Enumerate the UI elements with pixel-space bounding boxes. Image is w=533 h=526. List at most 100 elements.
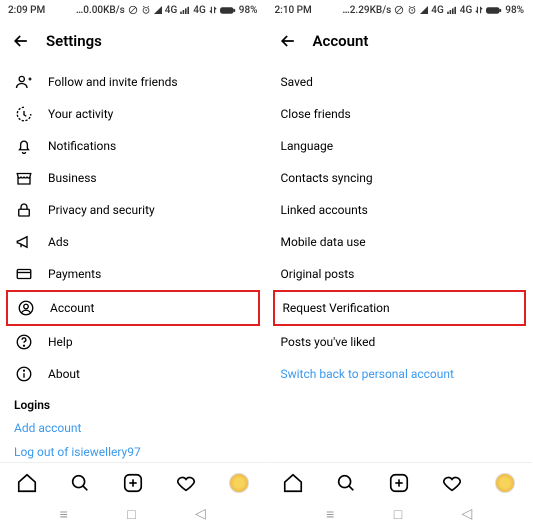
home-icon[interactable]	[281, 471, 305, 495]
settings-item-follow-invite[interactable]: Follow and invite friends	[0, 66, 266, 98]
heart-icon[interactable]	[440, 471, 464, 495]
search-icon[interactable]	[68, 471, 92, 495]
sig2-label: 4G	[193, 5, 206, 16]
account-item-posts-liked[interactable]: Posts you've liked	[267, 326, 533, 358]
settings-item-notifications[interactable]: Notifications	[0, 130, 266, 162]
new-post-icon[interactable]	[121, 471, 145, 495]
item-label: Posts you've liked	[281, 335, 376, 349]
sig2-label: 4G	[460, 5, 473, 16]
item-label: Your activity	[48, 107, 113, 121]
net-speed: 0.00KB/s	[76, 5, 125, 16]
item-label: Payments	[48, 267, 101, 281]
sys-home-icon[interactable]: □	[127, 506, 135, 523]
sig1-label: 4G	[165, 5, 178, 16]
home-icon[interactable]	[15, 471, 39, 495]
item-label: Switch back to personal account	[281, 367, 454, 381]
new-post-icon[interactable]	[387, 471, 411, 495]
item-label: Saved	[281, 75, 313, 89]
status-icons: 2.29KB/s 4G 4G 98%	[342, 5, 524, 16]
settings-item-about[interactable]: About	[0, 358, 266, 390]
exchange-icon	[475, 6, 483, 14]
profile-icon[interactable]	[493, 471, 517, 495]
phone-left: 2:09 PM 0.00KB/s 4G 4G 98% Settings Foll…	[0, 0, 267, 526]
item-label: Mobile data use	[281, 235, 366, 249]
sys-recent-icon[interactable]: ≡	[326, 506, 334, 523]
help-icon	[14, 332, 34, 352]
sys-recent-icon[interactable]: ≡	[60, 506, 68, 523]
header: Account	[267, 20, 533, 62]
item-label: Account	[50, 301, 94, 315]
sys-back-icon[interactable]: ◁	[462, 506, 473, 522]
highlight-account: Account	[6, 290, 260, 326]
account-list: Saved Close friends Language Contacts sy…	[267, 62, 533, 462]
logout-link[interactable]: Log out of isiewellery97	[0, 440, 266, 462]
account-item-original-posts[interactable]: Original posts	[267, 258, 533, 290]
battery-icon	[220, 6, 236, 15]
back-icon[interactable]	[277, 30, 299, 52]
item-label: Original posts	[281, 267, 355, 281]
account-item-request-verification[interactable]: Request Verification	[275, 292, 525, 324]
sig1-label: 4G	[431, 5, 444, 16]
item-label: Privacy and security	[48, 203, 155, 217]
alarm-icon	[407, 5, 417, 15]
storefront-icon	[14, 168, 34, 188]
profile-icon[interactable]	[227, 471, 251, 495]
signal-bars-icon	[180, 6, 190, 14]
net-speed: 2.29KB/s	[342, 5, 391, 16]
settings-item-activity[interactable]: Your activity	[0, 98, 266, 130]
settings-item-payments[interactable]: Payments	[0, 258, 266, 290]
status-bar: 2:09 PM 0.00KB/s 4G 4G 98%	[0, 0, 266, 20]
item-label: Close friends	[281, 107, 351, 121]
account-item-saved[interactable]: Saved	[267, 66, 533, 98]
system-nav: ≡ □ ◁	[267, 502, 533, 526]
switch-account-link[interactable]: Switch back to personal account	[267, 358, 533, 390]
account-item-linked-accounts[interactable]: Linked accounts	[267, 194, 533, 226]
status-icons: 0.00KB/s 4G 4G 98%	[76, 5, 258, 16]
settings-list: Follow and invite friends Your activity …	[0, 62, 266, 462]
page-title: Settings	[46, 32, 102, 50]
person-circle-icon	[16, 298, 36, 318]
account-item-language[interactable]: Language	[267, 130, 533, 162]
clock: 2:10 PM	[275, 5, 312, 16]
logins-section: Logins	[0, 390, 266, 416]
settings-item-privacy[interactable]: Privacy and security	[0, 194, 266, 226]
add-account-link[interactable]: Add account	[0, 416, 266, 440]
exchange-icon	[209, 6, 217, 14]
sys-home-icon[interactable]: □	[394, 506, 402, 523]
item-label: Contacts syncing	[281, 171, 373, 185]
phone-right: 2:10 PM 2.29KB/s 4G 4G 98% Account Saved…	[267, 0, 533, 526]
item-label: Business	[48, 171, 97, 185]
back-icon[interactable]	[10, 30, 32, 52]
battery-icon	[486, 6, 502, 15]
sys-back-icon[interactable]: ◁	[195, 506, 206, 522]
item-label: Follow and invite friends	[48, 75, 178, 89]
item-label: Notifications	[48, 139, 116, 153]
settings-item-help[interactable]: Help	[0, 326, 266, 358]
heart-icon[interactable]	[174, 471, 198, 495]
settings-item-business[interactable]: Business	[0, 162, 266, 194]
dnd-icon	[394, 5, 404, 15]
settings-item-ads[interactable]: Ads	[0, 226, 266, 258]
account-item-mobile-data[interactable]: Mobile data use	[267, 226, 533, 258]
person-plus-icon	[14, 72, 34, 92]
item-label: About	[48, 367, 80, 381]
highlight-request-verification: Request Verification	[273, 290, 527, 326]
bell-icon	[14, 136, 34, 156]
account-item-contacts-syncing[interactable]: Contacts syncing	[267, 162, 533, 194]
battery-pct: 98%	[239, 5, 258, 16]
alarm-icon	[141, 5, 151, 15]
battery-pct: 98%	[505, 5, 524, 16]
account-item-close-friends[interactable]: Close friends	[267, 98, 533, 130]
lock-icon	[14, 200, 34, 220]
search-icon[interactable]	[334, 471, 358, 495]
settings-item-account[interactable]: Account	[8, 292, 258, 324]
status-bar: 2:10 PM 2.29KB/s 4G 4G 98%	[267, 0, 533, 20]
signal-bars-icon	[447, 6, 457, 14]
signal-icon	[154, 6, 162, 14]
item-label: Help	[48, 335, 73, 349]
megaphone-icon	[14, 232, 34, 252]
activity-icon	[14, 104, 34, 124]
page-title: Account	[313, 32, 369, 50]
bottom-nav	[267, 462, 533, 502]
card-icon	[14, 264, 34, 284]
